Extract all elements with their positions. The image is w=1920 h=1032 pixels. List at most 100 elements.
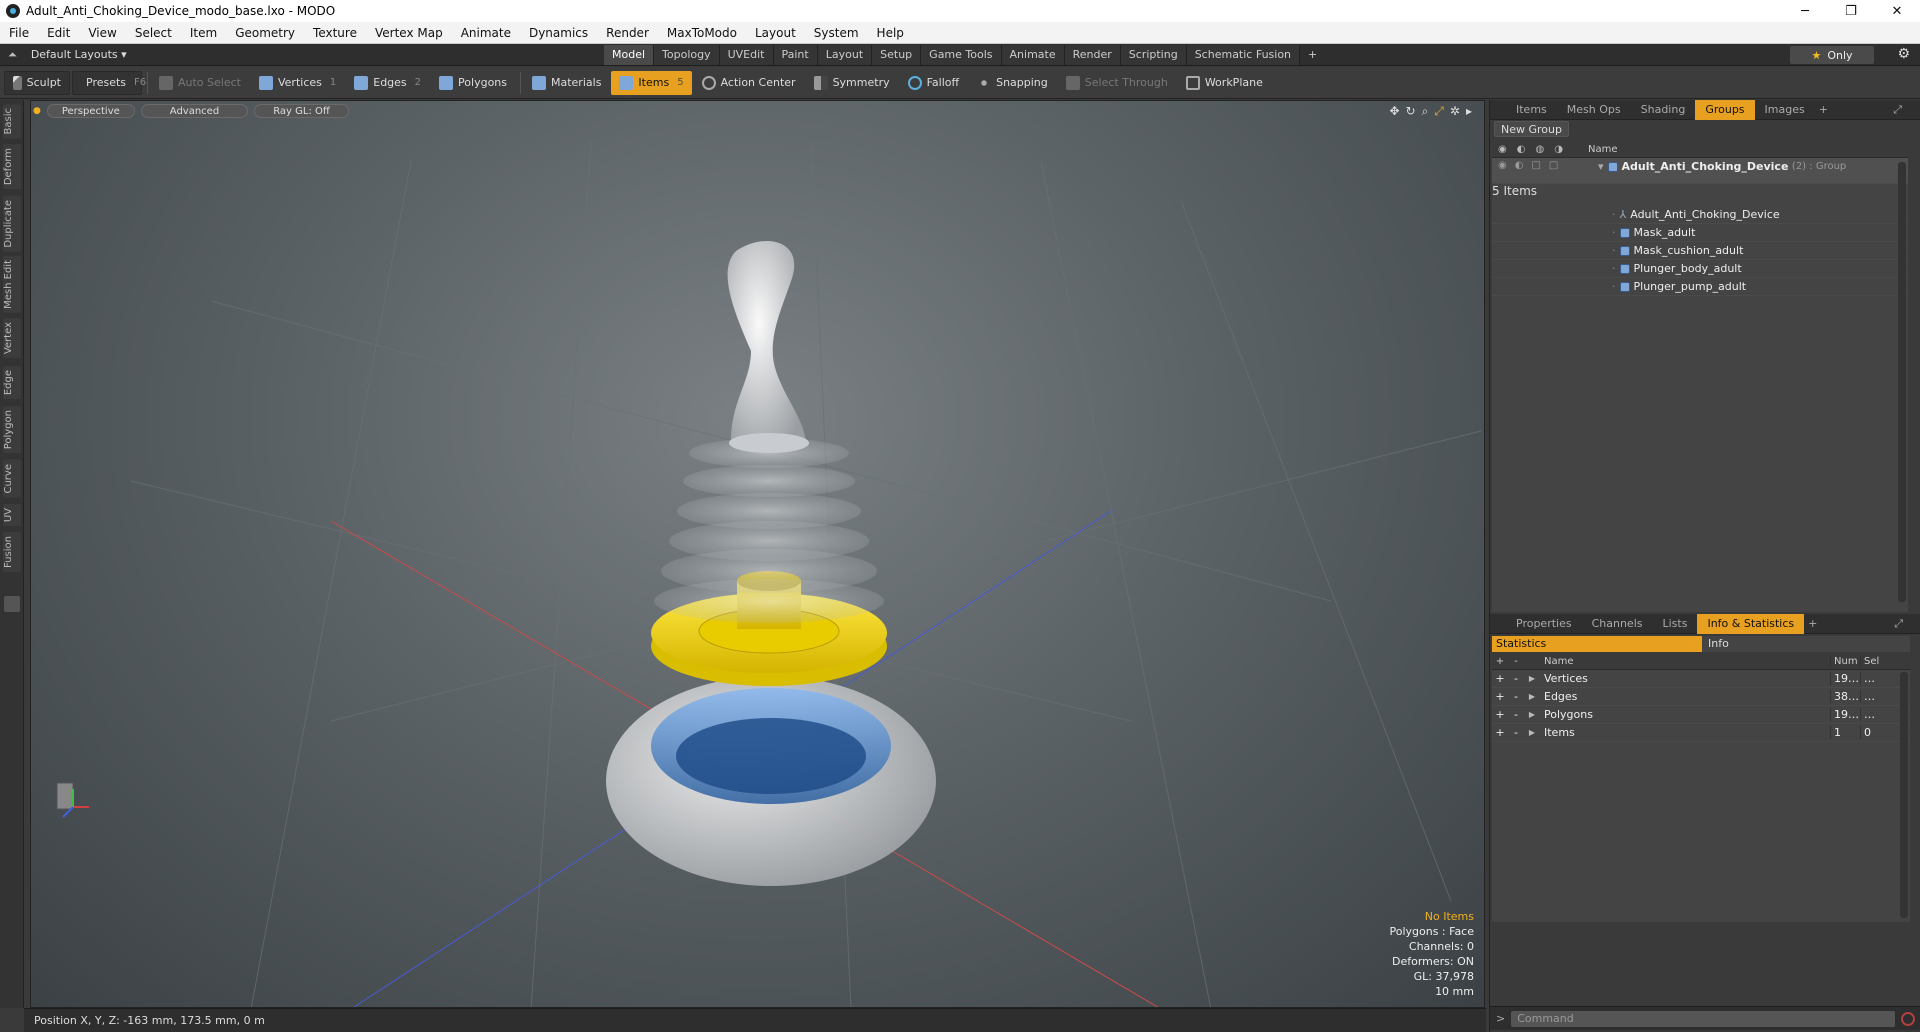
add-tab-icon[interactable]: +	[1804, 614, 1821, 634]
3d-viewport[interactable]: ● Perspective Advanced Ray GL: Off ✥ ↻ ⌕…	[30, 100, 1485, 1008]
minimize-button[interactable]: ─	[1782, 0, 1828, 22]
zoom-view-icon[interactable]: ⌕	[1422, 104, 1429, 119]
left-tab-basic[interactable]: Basic	[3, 104, 21, 139]
menu-item[interactable]: Item	[181, 26, 226, 40]
auto-select-button[interactable]: Auto Select	[151, 71, 249, 95]
add-icon[interactable]: +	[1492, 672, 1508, 685]
tab-game-tools[interactable]: Game Tools	[921, 45, 1002, 65]
command-input[interactable]: Command	[1511, 1010, 1896, 1027]
menu-select[interactable]: Select	[126, 26, 181, 40]
expand-arrow-icon[interactable]: ▸	[1466, 104, 1472, 119]
tab-shading[interactable]: Shading	[1631, 100, 1696, 120]
add-tab-icon[interactable]: +	[1300, 45, 1325, 65]
close-button[interactable]: ✕	[1874, 0, 1920, 22]
tab-layout[interactable]: Layout	[817, 45, 873, 65]
add-icon[interactable]: +	[1492, 708, 1508, 721]
expand-icon[interactable]: ▶	[1524, 728, 1540, 737]
only-toggle[interactable]: ★ Only	[1790, 46, 1874, 64]
table-row[interactable]: + - ▶ Vertices 19… …	[1492, 670, 1910, 688]
menu-view[interactable]: View	[79, 26, 125, 40]
move-view-icon[interactable]: ✥	[1389, 104, 1399, 119]
items-button[interactable]: Items 5	[611, 70, 692, 95]
left-tab-vertex[interactable]: Vertex	[3, 318, 21, 359]
remove-icon[interactable]: -	[1508, 690, 1524, 703]
left-tab-polygon[interactable]: Polygon	[3, 406, 21, 454]
left-tab-mesh-edit[interactable]: Mesh Edit	[3, 256, 21, 313]
table-row[interactable]: + - ▶ Edges 38… …	[1492, 688, 1910, 706]
remove-icon[interactable]: -	[1508, 672, 1524, 685]
tab-items[interactable]: Items	[1506, 100, 1557, 120]
presets-button[interactable]: Presets F6	[72, 70, 146, 95]
action-center-button[interactable]: Action Center	[694, 71, 804, 95]
list-item[interactable]: · ⅄ Adult_Anti_Choking_Device	[1492, 206, 1908, 224]
tab-schematic-fusion[interactable]: Schematic Fusion	[1186, 45, 1301, 65]
expand-panel-icon[interactable]: ⤢	[1883, 100, 1912, 120]
tab-animate[interactable]: Animate	[1001, 45, 1065, 65]
expand-icon[interactable]: ▶	[1524, 710, 1540, 719]
tab-paint[interactable]: Paint	[773, 45, 818, 65]
rotate-view-icon[interactable]: ↻	[1406, 104, 1416, 119]
render-toggle-icon[interactable]: □	[1531, 160, 1540, 171]
table-row[interactable]: + - ▶ Items 1 0	[1492, 724, 1910, 742]
group-row[interactable]: ◉ ◐ □ □ ▾ Adult_Anti_Choking_Device (2) : Gr…	[1492, 158, 1908, 184]
tab-info-statistics[interactable]: Info & Statistics	[1697, 613, 1805, 634]
layout-up-icon[interactable]: ⏶	[8, 48, 17, 62]
record-macro-icon[interactable]	[1901, 1011, 1916, 1026]
stats-scrollbar[interactable]	[1900, 672, 1908, 918]
tab-properties[interactable]: Properties	[1506, 614, 1582, 634]
workplane-button[interactable]: WorkPlane	[1178, 71, 1271, 95]
tab-groups[interactable]: Groups	[1695, 99, 1755, 120]
sculpt-button[interactable]: Sculpt	[4, 70, 70, 95]
snapping-button[interactable]: Snapping	[969, 71, 1056, 95]
tab-channels[interactable]: Channels	[1582, 614, 1653, 634]
expand-panel-icon[interactable]: ⤢	[1884, 614, 1913, 634]
expand-icon[interactable]: ▶	[1524, 674, 1540, 683]
list-item[interactable]: · Mask_cushion_adult	[1492, 242, 1908, 260]
menu-system[interactable]: System	[805, 26, 868, 40]
tab-topology[interactable]: Topology	[654, 45, 720, 65]
tab-mesh-ops[interactable]: Mesh Ops	[1557, 100, 1631, 120]
symmetry-button[interactable]: Symmetry	[806, 71, 898, 95]
list-item[interactable]: · Mask_adult	[1492, 224, 1908, 242]
left-tab-duplicate[interactable]: Duplicate	[3, 196, 21, 252]
menu-maxtomodo[interactable]: MaxToModo	[658, 26, 746, 40]
remove-icon[interactable]: -	[1508, 708, 1524, 721]
groups-scrollbar[interactable]	[1898, 162, 1906, 602]
menu-geometry[interactable]: Geometry	[226, 26, 304, 40]
add-all-icon[interactable]: +	[1492, 656, 1508, 667]
menu-file[interactable]: File	[0, 26, 38, 40]
tab-render[interactable]: Render	[1064, 45, 1121, 65]
info-tab[interactable]: Info	[1702, 636, 1910, 652]
default-layouts-dropdown[interactable]: Default Layouts ▾	[31, 48, 127, 61]
add-icon[interactable]: +	[1492, 726, 1508, 739]
left-tab-uv[interactable]: UV	[3, 504, 21, 527]
menu-edit[interactable]: Edit	[38, 26, 79, 40]
advanced-button[interactable]: Advanced	[140, 104, 249, 118]
collapse-icon[interactable]: ▾	[1598, 160, 1604, 173]
list-item[interactable]: · Plunger_pump_adult	[1492, 278, 1908, 296]
left-tab-extra[interactable]	[4, 596, 20, 612]
tab-lists[interactable]: Lists	[1653, 614, 1698, 634]
lock-icon[interactable]: ◐	[1515, 160, 1524, 171]
expand-icon[interactable]: ▶	[1524, 692, 1540, 701]
gear-icon[interactable]: ⚙	[1897, 46, 1910, 62]
select-toggle-icon[interactable]: □	[1549, 160, 1558, 171]
remove-all-icon[interactable]: -	[1508, 656, 1524, 667]
command-history-icon[interactable]: >	[1490, 1012, 1511, 1025]
left-tab-curve[interactable]: Curve	[3, 460, 21, 498]
menu-vertex-map[interactable]: Vertex Map	[366, 26, 452, 40]
tab-images[interactable]: Images	[1755, 100, 1815, 120]
falloff-button[interactable]: Falloff	[900, 71, 967, 95]
menu-help[interactable]: Help	[868, 26, 913, 40]
perspective-button[interactable]: Perspective	[46, 104, 135, 118]
tab-model[interactable]: Model	[604, 45, 655, 65]
left-tab-edge[interactable]: Edge	[3, 366, 21, 400]
polygons-button[interactable]: Polygons	[431, 71, 515, 95]
add-tab-icon[interactable]: +	[1815, 100, 1832, 120]
vertices-button[interactable]: Vertices 1	[251, 71, 344, 95]
left-tab-deform[interactable]: Deform	[3, 144, 21, 190]
menu-animate[interactable]: Animate	[452, 26, 520, 40]
raygl-button[interactable]: Ray GL: Off	[254, 104, 349, 118]
select-through-button[interactable]: Select Through	[1058, 71, 1176, 95]
menu-dynamics[interactable]: Dynamics	[520, 26, 597, 40]
